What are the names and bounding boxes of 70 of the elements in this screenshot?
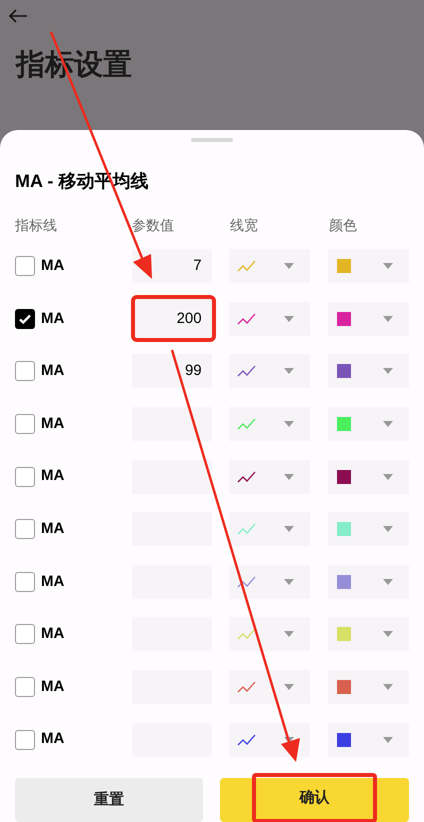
caret-icon <box>383 474 393 480</box>
color-select[interactable] <box>328 407 409 442</box>
indicator-name: MA <box>41 729 64 750</box>
color-select[interactable] <box>328 354 409 388</box>
line-width-select[interactable] <box>229 460 310 494</box>
parameter-field[interactable] <box>132 460 212 494</box>
line-width-select[interactable] <box>229 249 310 284</box>
caret-icon <box>284 684 294 690</box>
indicator-name: MA <box>41 572 64 592</box>
checkbox[interactable] <box>15 572 35 592</box>
caret-icon <box>383 368 393 374</box>
column-header: 颜色 <box>329 216 357 235</box>
reset-button[interactable]: 重置 <box>15 778 203 822</box>
caret-icon <box>383 316 393 322</box>
caret-icon <box>284 578 294 585</box>
back-arrow-icon[interactable] <box>8 8 28 24</box>
color-select[interactable] <box>328 564 409 599</box>
checkbox[interactable] <box>15 677 35 698</box>
indicator-name: MA <box>41 466 64 486</box>
caret-icon <box>284 263 294 270</box>
checkbox[interactable] <box>15 730 35 750</box>
line-width-select[interactable] <box>229 722 310 757</box>
caret-icon <box>383 421 393 428</box>
color-select[interactable] <box>328 617 409 652</box>
caret-icon <box>284 526 294 532</box>
indicator-name: MA <box>41 414 64 434</box>
indicator-name: MA <box>41 519 64 540</box>
indicator-name: MA <box>41 256 64 276</box>
checkbox[interactable] <box>15 256 35 276</box>
line-width-select[interactable] <box>229 617 310 652</box>
caret-icon <box>284 474 294 480</box>
caret-icon <box>284 631 294 638</box>
caret-icon <box>383 736 393 743</box>
checkbox[interactable] <box>15 414 35 434</box>
checkbox[interactable] <box>15 466 35 487</box>
line-width-select[interactable] <box>229 670 310 704</box>
column-header: 指标线 <box>15 216 58 235</box>
line-width-select[interactable] <box>229 564 310 599</box>
line-width-select[interactable] <box>229 302 310 336</box>
parameter-field[interactable]: 99 <box>132 354 212 388</box>
color-select[interactable] <box>328 302 409 336</box>
indicator-name: MA <box>41 361 64 382</box>
color-select[interactable] <box>328 670 409 704</box>
indicator-name: MA <box>41 308 64 329</box>
line-width-select[interactable] <box>229 354 310 388</box>
caret-icon <box>284 421 294 428</box>
caret-icon <box>383 526 393 532</box>
caret-icon <box>383 578 393 585</box>
color-select[interactable] <box>328 249 409 284</box>
indicator-name: MA <box>41 676 64 697</box>
color-select[interactable] <box>328 722 409 757</box>
color-select[interactable] <box>328 512 409 546</box>
parameter-field[interactable] <box>132 407 212 442</box>
confirm-label: 确认 <box>252 772 377 822</box>
checkbox[interactable] <box>15 308 35 329</box>
column-header: 线宽 <box>230 216 259 235</box>
indicator-name: MA <box>41 624 64 644</box>
caret-icon <box>383 684 393 690</box>
caret-icon <box>284 368 294 374</box>
checkbox[interactable] <box>15 624 35 644</box>
caret-icon <box>383 631 393 638</box>
drag-handle[interactable] <box>191 138 233 142</box>
parameter-field[interactable]: 200 <box>130 295 216 342</box>
color-select[interactable] <box>328 460 409 494</box>
checkbox[interactable] <box>15 361 35 382</box>
caret-icon <box>383 263 393 270</box>
parameter-field[interactable]: 7 <box>132 249 212 284</box>
checkbox[interactable] <box>15 519 35 540</box>
column-header: 参数值 <box>132 216 175 235</box>
caret-icon <box>284 316 294 322</box>
